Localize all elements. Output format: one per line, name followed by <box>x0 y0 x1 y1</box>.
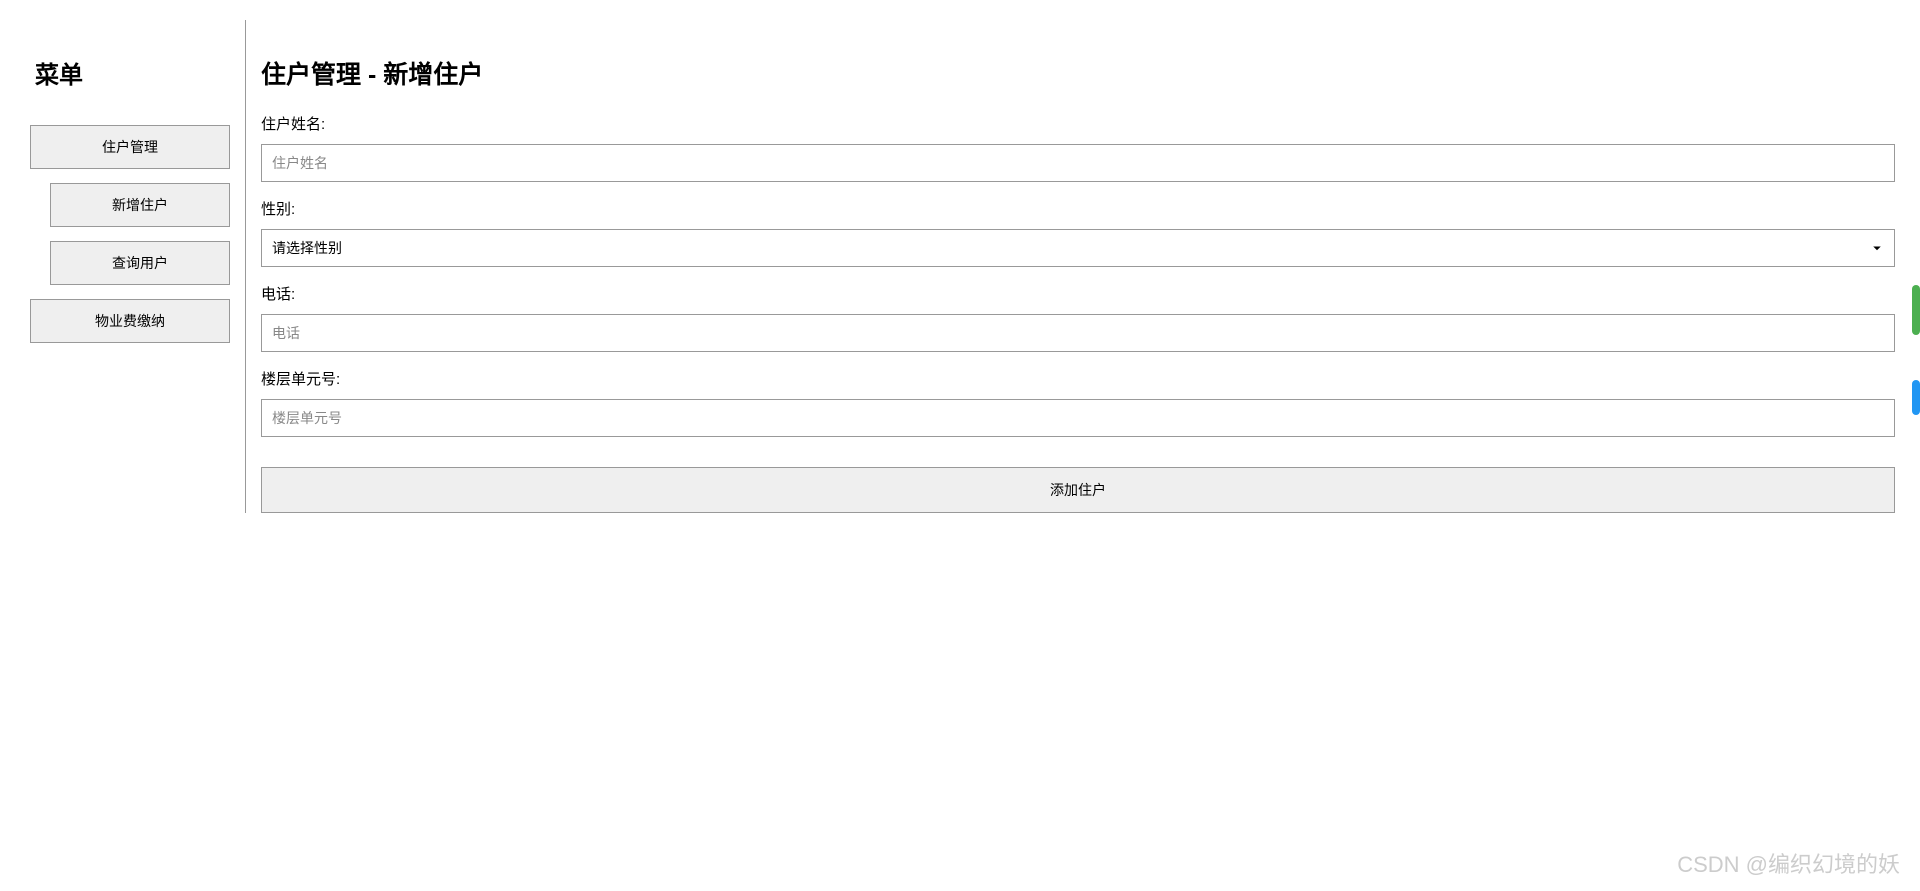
label-unit: 楼层单元号: <box>261 368 1895 389</box>
form-group-phone: 电话: <box>261 283 1895 352</box>
scroll-indicator-green <box>1912 285 1920 335</box>
vertical-divider <box>245 20 246 513</box>
watermark: CSDN @编织幻境的妖 <box>1677 847 1900 879</box>
input-unit[interactable] <box>261 399 1895 437</box>
label-phone: 电话: <box>261 283 1895 304</box>
page-title: 住户管理 - 新增住户 <box>261 55 1895 91</box>
sidebar-title: 菜单 <box>30 55 225 90</box>
submit-button[interactable]: 添加住户 <box>261 467 1895 513</box>
input-phone[interactable] <box>261 314 1895 352</box>
menu-item-property-fee[interactable]: 物业费缴纳 <box>30 299 230 343</box>
label-gender: 性别: <box>261 198 1895 219</box>
form-group-unit: 楼层单元号: <box>261 368 1895 437</box>
menu-item-query-user[interactable]: 查询用户 <box>50 241 230 285</box>
scroll-indicator-blue <box>1912 380 1920 415</box>
form-group-gender: 性别: 请选择性别 <box>261 198 1895 267</box>
main-content: 住户管理 - 新增住户 住户姓名: 性别: 请选择性别 电话: 楼层单元号: 添… <box>261 20 1920 513</box>
sidebar: 菜单 住户管理 新增住户 查询用户 物业费缴纳 <box>30 20 240 513</box>
menu-item-add-resident[interactable]: 新增住户 <box>50 183 230 227</box>
label-name: 住户姓名: <box>261 113 1895 134</box>
select-gender[interactable]: 请选择性别 <box>261 229 1895 267</box>
input-name[interactable] <box>261 144 1895 182</box>
form-group-name: 住户姓名: <box>261 113 1895 182</box>
menu-item-resident-manage[interactable]: 住户管理 <box>30 125 230 169</box>
